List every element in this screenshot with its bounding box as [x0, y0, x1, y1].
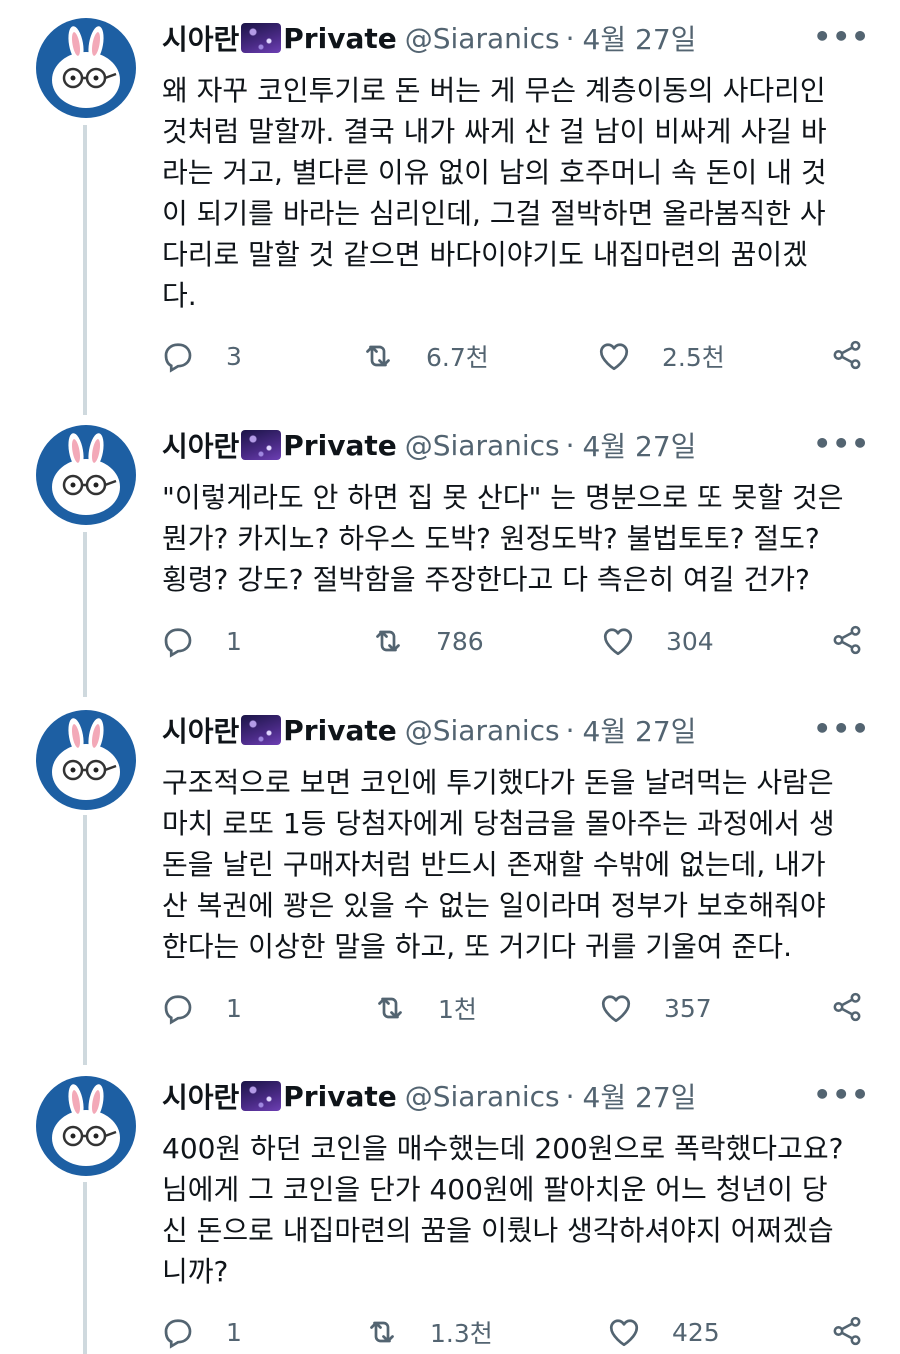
tweet[interactable]: 시아란 Private @Siaranics · 4월 27일 ••• 구조적으… — [0, 710, 900, 1050]
separator: · — [565, 1079, 575, 1113]
retweet-count: 786 — [436, 626, 484, 656]
retweet-count: 6.7천 — [426, 343, 489, 372]
reply-button[interactable]: 1 — [160, 990, 242, 1026]
like-button[interactable]: 357 — [598, 990, 712, 1026]
more-options-icon[interactable]: ••• — [813, 1078, 870, 1111]
retweet-count: 1.3천 — [430, 1319, 493, 1348]
like-button[interactable]: 304 — [600, 623, 714, 659]
share-button[interactable] — [830, 338, 864, 376]
galaxy-emoji-icon — [241, 23, 282, 53]
separator: · — [565, 713, 575, 747]
more-options-icon[interactable]: ••• — [813, 712, 870, 745]
galaxy-emoji-icon — [241, 430, 282, 460]
reply-icon — [164, 343, 192, 373]
retweet-count: 1천 — [438, 995, 477, 1024]
more-options-icon[interactable]: ••• — [813, 427, 870, 460]
tweet-header: 시아란 Private @Siaranics · 4월 27일 ••• — [162, 425, 870, 465]
tweet-text: 왜 자꾸 코인투기로 돈 버는 게 무슨 계층이동의 사다리인 것처럼 말할까.… — [162, 74, 827, 312]
handle[interactable]: @Siaranics — [405, 1080, 560, 1113]
reply-icon — [164, 628, 192, 658]
display-name[interactable]: 시아란 — [162, 425, 239, 465]
avatar[interactable] — [36, 710, 136, 810]
share-button[interactable] — [830, 990, 864, 1028]
badge-label: Private — [283, 21, 397, 55]
badge-label: Private — [283, 1079, 397, 1113]
avatar[interactable] — [36, 18, 136, 118]
like-count: 357 — [664, 993, 712, 1023]
reply-icon — [164, 1319, 192, 1349]
like-icon — [609, 1319, 639, 1347]
like-icon — [599, 343, 629, 371]
handle[interactable]: @Siaranics — [405, 429, 560, 462]
more-options-icon[interactable]: ••• — [813, 20, 870, 53]
like-icon — [603, 628, 633, 656]
reply-count: 1 — [226, 1317, 242, 1347]
reply-button[interactable]: 1 — [160, 1314, 242, 1350]
tweet-actions: 3 6.7천 2.5천 — [0, 338, 900, 378]
tweet-date[interactable]: 4월 27일 — [583, 18, 697, 58]
tweet-actions: 1 1.3천 425 — [0, 1314, 900, 1354]
tweet-date[interactable]: 4월 27일 — [583, 1076, 697, 1116]
handle[interactable]: @Siaranics — [405, 22, 560, 55]
galaxy-emoji-icon — [241, 1081, 282, 1111]
galaxy-emoji-icon — [241, 715, 282, 745]
tweet-actions: 1 786 304 — [0, 623, 900, 663]
display-name[interactable]: 시아란 — [162, 1076, 239, 1116]
separator: · — [565, 21, 575, 55]
share-icon — [833, 340, 861, 370]
share-icon — [833, 1316, 861, 1346]
reply-count: 1 — [226, 626, 242, 656]
retweet-button[interactable]: 786 — [370, 623, 484, 659]
share-icon — [833, 992, 861, 1022]
tweet[interactable]: 시아란 Private @Siaranics · 4월 27일 ••• 왜 자꾸… — [0, 18, 900, 398]
like-count: 2.5천 — [662, 343, 725, 372]
handle[interactable]: @Siaranics — [405, 714, 560, 747]
reply-button[interactable]: 1 — [160, 623, 242, 659]
tweet[interactable]: 시아란 Private @Siaranics · 4월 27일 ••• 400원… — [0, 1076, 900, 1354]
like-count: 425 — [672, 1317, 720, 1347]
tweet-date[interactable]: 4월 27일 — [583, 425, 697, 465]
retweet-icon — [376, 630, 400, 652]
like-icon — [601, 995, 631, 1023]
like-button[interactable]: 2.5천 — [596, 338, 725, 374]
avatar[interactable] — [36, 1076, 136, 1176]
tweet-header: 시아란 Private @Siaranics · 4월 27일 ••• — [162, 18, 870, 58]
tweet-text: "이렇게라도 안 하면 집 못 산다" 는 명분으로 또 못할 것은 뭔가? 카… — [162, 481, 844, 596]
tweet-header: 시아란 Private @Siaranics · 4월 27일 ••• — [162, 710, 870, 750]
tweet-date[interactable]: 4월 27일 — [583, 710, 697, 750]
retweet-icon — [370, 1321, 394, 1343]
display-name[interactable]: 시아란 — [162, 18, 239, 58]
share-button[interactable] — [830, 1314, 864, 1352]
reply-button[interactable]: 3 — [160, 338, 242, 374]
reply-count: 1 — [226, 993, 242, 1023]
tweet-header: 시아란 Private @Siaranics · 4월 27일 ••• — [162, 1076, 870, 1116]
badge-label: Private — [283, 428, 397, 462]
retweet-button[interactable]: 1.3천 — [364, 1314, 493, 1350]
badge-label: Private — [283, 713, 397, 747]
retweet-icon — [366, 345, 390, 367]
reply-count: 3 — [226, 341, 242, 371]
retweet-button[interactable]: 1천 — [372, 990, 477, 1026]
retweet-button[interactable]: 6.7천 — [360, 338, 489, 374]
reply-icon — [164, 995, 192, 1025]
tweet-text: 구조적으로 보면 코인에 투기했다가 돈을 날려먹는 사람은 마치 로또 1등 … — [162, 766, 835, 963]
like-count: 304 — [666, 626, 714, 656]
separator: · — [565, 428, 575, 462]
display-name[interactable]: 시아란 — [162, 710, 239, 750]
tweet-text: 400원 하던 코인을 매수했는데 200원으로 폭락했다고요? 님에게 그 코… — [162, 1132, 844, 1288]
share-button[interactable] — [830, 623, 864, 661]
tweet-actions: 1 1천 357 — [0, 990, 900, 1030]
tweet[interactable]: 시아란 Private @Siaranics · 4월 27일 ••• "이렇게… — [0, 425, 900, 685]
avatar[interactable] — [36, 425, 136, 525]
like-button[interactable]: 425 — [606, 1314, 720, 1350]
retweet-icon — [378, 997, 402, 1019]
share-icon — [833, 625, 861, 655]
